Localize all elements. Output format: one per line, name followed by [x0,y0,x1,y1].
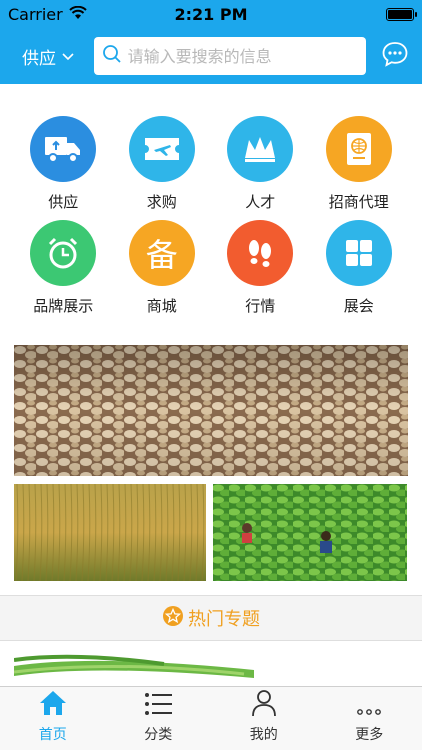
category-supply[interactable]: 供应 [14,116,112,220]
section-title: 热门专题 [188,609,260,630]
tab-profile[interactable]: 我的 [211,687,317,750]
banner-field[interactable] [213,484,407,581]
chat-bubble-icon [381,40,409,72]
category-label: 行情 [245,297,276,315]
status-left: Carrier [8,5,87,24]
home-icon [38,689,68,721]
category-label: 供应 [48,193,79,211]
green-onion-image [14,652,408,686]
passport-icon [325,116,392,182]
category-mall[interactable]: 备 商城 [113,220,211,324]
banner-rice[interactable] [14,484,206,581]
tab-label: 首页 [38,727,67,743]
nav-bar: 供应 [0,28,422,84]
category-row: 品牌展示 备 商城 行情 展会 [0,220,422,324]
category-label: 人才 [245,193,276,211]
message-button[interactable] [380,41,410,71]
wifi-icon [69,5,87,24]
category-agency[interactable]: 招商代理 [310,116,408,220]
carrier-label: Carrier [8,4,63,24]
supply-dropdown-label: 供应 [22,48,56,69]
tab-more[interactable]: 更多 [317,687,422,750]
tab-label: 分类 [144,727,173,743]
category-label: 商城 [146,297,177,315]
category-label: 品牌展示 [33,297,94,315]
rice-field-image [14,484,206,581]
search-box[interactable] [93,37,367,75]
grid-icon [325,220,392,286]
category-purchase[interactable]: 求购 [113,116,211,220]
chevron-down-icon [62,46,74,66]
search-icon [102,44,122,68]
category-label: 招商代理 [328,193,389,211]
tab-bar: 首页 分类 我的 更多 [0,686,422,750]
status-bar: Carrier 2:21 PM [0,0,422,28]
tab-label: 我的 [249,727,278,743]
footprints-icon [227,220,294,286]
mall-glyph: 备 [145,236,178,274]
crop-field-image [213,484,407,581]
tab-label: 更多 [355,727,384,743]
tab-home[interactable]: 首页 [0,687,106,750]
category-label: 展会 [343,297,374,315]
category-market[interactable]: 行情 [211,220,309,324]
peanuts-image [14,345,408,476]
category-row: 供应 求购 人才 招商代理 [0,116,422,220]
more-dots-icon [356,702,382,721]
topic-image[interactable] [14,652,408,686]
supply-dropdown[interactable]: 供应 [12,44,84,69]
hot-topics-header: 热门专题 [0,595,422,641]
crown-icon [227,116,294,182]
bei-character-icon: 备 [128,220,195,286]
alarm-clock-icon [30,220,97,286]
category-brand[interactable]: 品牌展示 [14,220,112,324]
category-label: 求购 [146,193,177,211]
list-icon [144,691,173,721]
tab-category[interactable]: 分类 [106,687,212,750]
search-input[interactable] [127,46,348,66]
category-talent[interactable]: 人才 [211,116,309,220]
plane-ticket-icon [128,116,195,182]
person-icon [251,689,277,721]
truck-icon [30,116,97,182]
star-badge-icon [162,605,184,631]
banner-peanuts[interactable] [14,345,408,476]
category-grid: 供应 求购 人才 招商代理 品牌展示 备 商城 行情 展会 [0,116,422,324]
battery-icon [386,7,417,21]
category-exhibition[interactable]: 展会 [310,220,408,324]
